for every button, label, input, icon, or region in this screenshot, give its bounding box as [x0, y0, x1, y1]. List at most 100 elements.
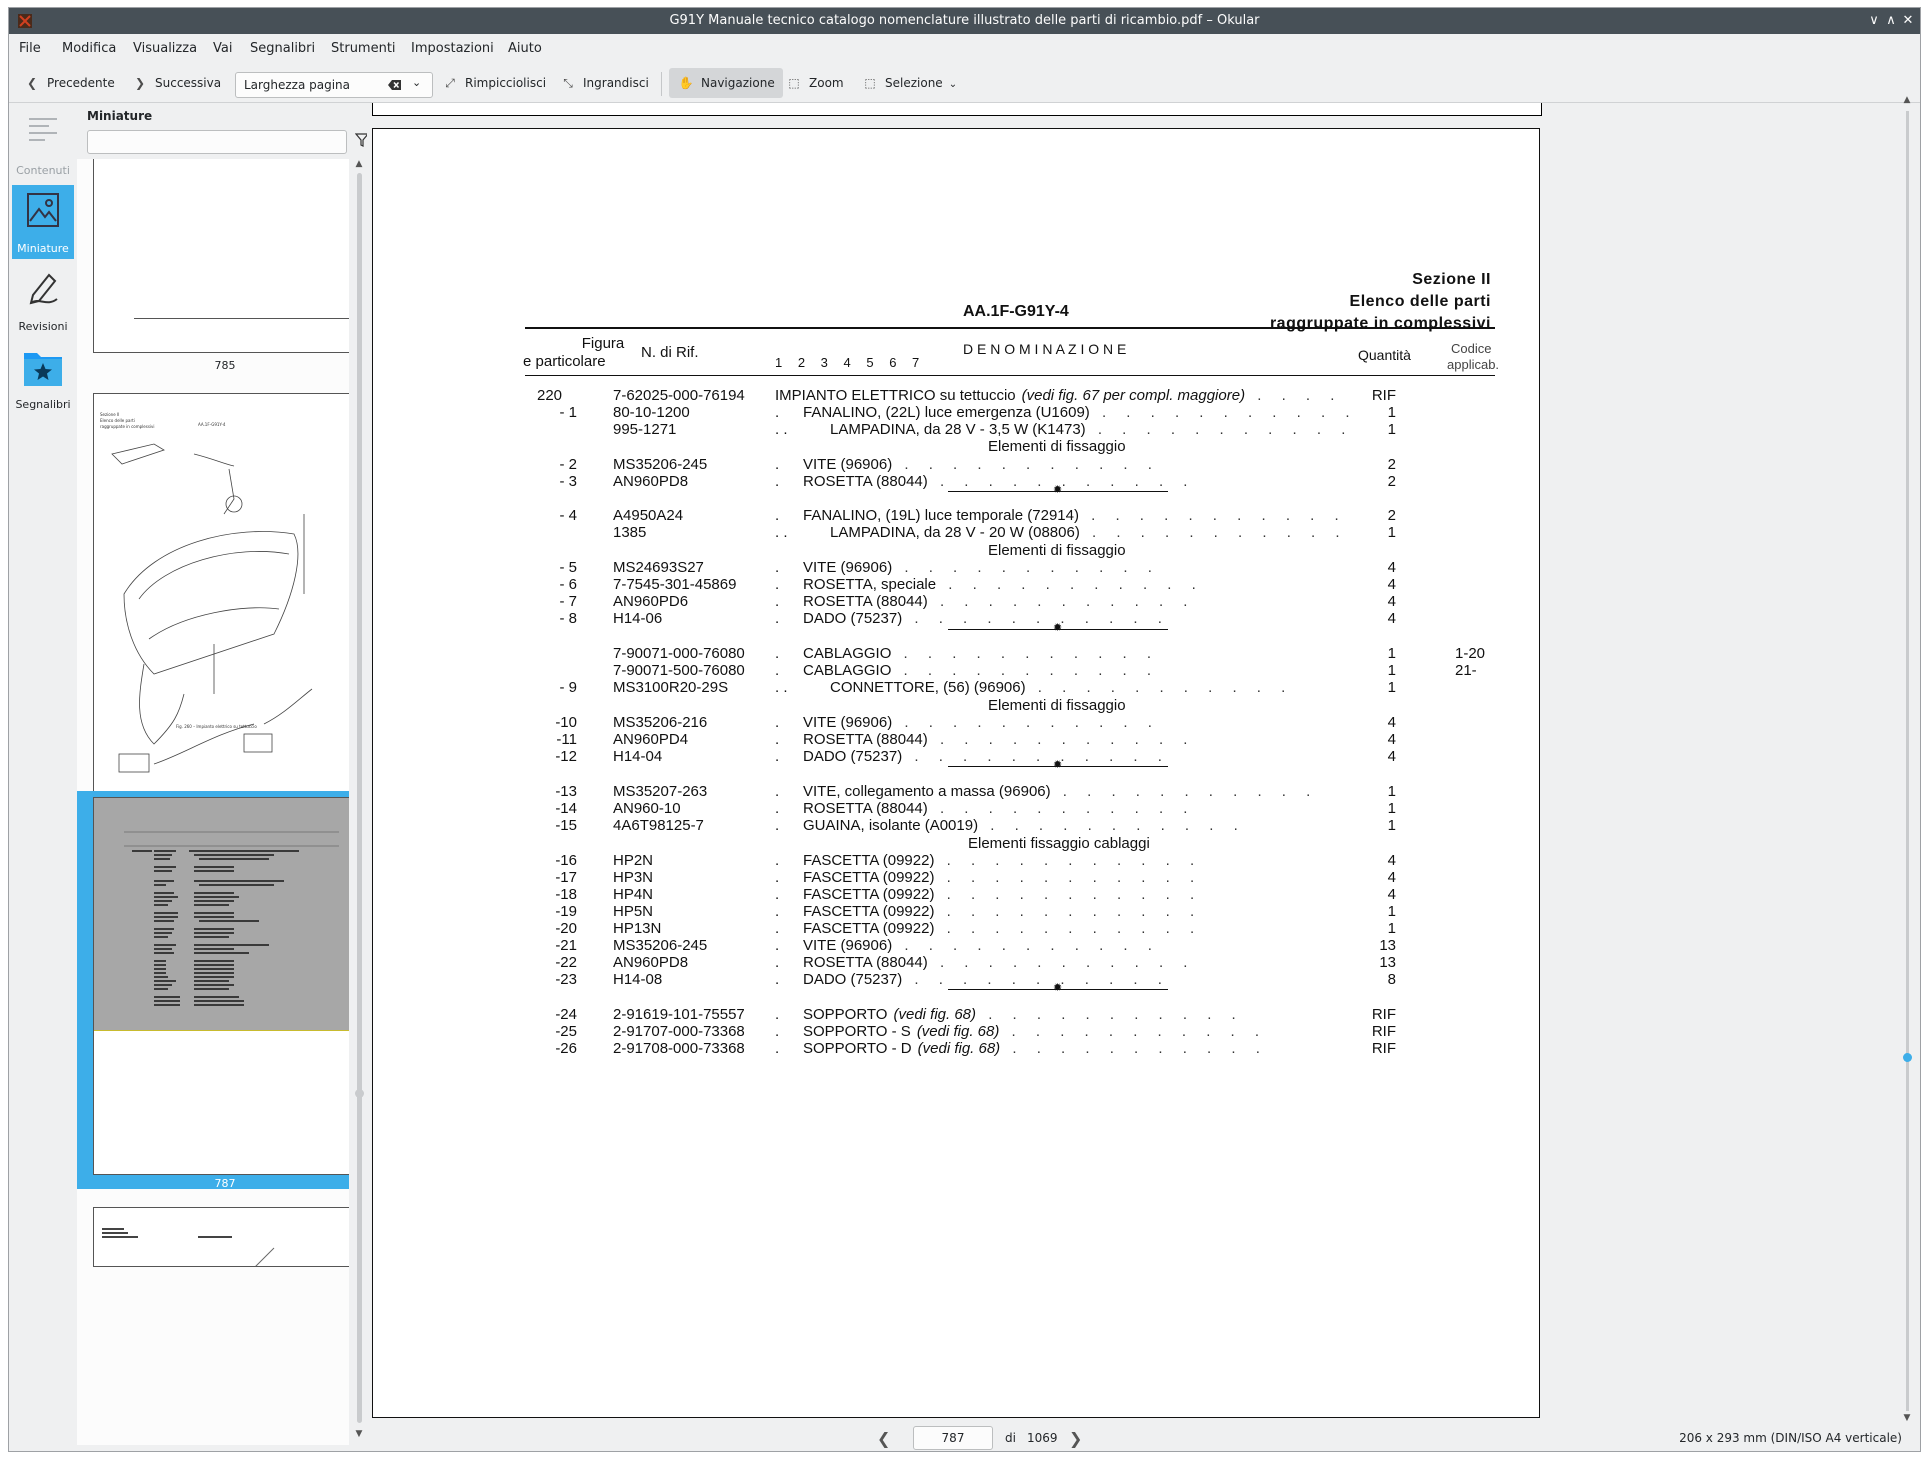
page-number-input[interactable]: 787	[913, 1426, 993, 1450]
thumbnails-panel: Miniature 785 Sezione II Elenco delle pa…	[77, 103, 369, 1445]
side-panel-tabs: Contenuti Miniature Revisioni Segnalibri	[9, 103, 77, 1443]
zoom-tool-icon: ⬚	[788, 76, 800, 90]
menu-segnalibri[interactable]: Segnalibri	[250, 41, 315, 56]
viewer-scrollbar[interactable]: ▲ ▼	[1900, 95, 1914, 1423]
next-page-button[interactable]: ❯ Successiva	[131, 68, 221, 98]
thumbnail-search-input[interactable]	[87, 130, 347, 154]
cell-denominazione: FANALINO, (22L) luce emergenza (U1609) .…	[803, 404, 1353, 421]
level-marker: .	[775, 954, 780, 971]
zoom-mode-select[interactable]: Larghezza pagina ⌄	[235, 72, 433, 98]
previous-page-button[interactable]: ❮ Precedente	[23, 68, 115, 98]
cell-figura: - 1	[559, 404, 577, 421]
menu-visualizza[interactable]: Visualizza	[133, 41, 197, 56]
scroll-up-icon[interactable]: ▲	[352, 159, 366, 169]
cell-denominazione: DADO (75237) . . . . . . . . . . .	[803, 748, 1353, 765]
menu-modifica[interactable]: Modifica	[62, 41, 116, 56]
cell-quantita: 1	[1387, 817, 1396, 834]
description-text: FANALINO, (19L) luce temporale (72914)	[803, 507, 1079, 524]
scroll-up-icon[interactable]: ▲	[1900, 95, 1914, 105]
col-header-quantita: Quantità	[1358, 347, 1411, 363]
leader-dots: . . . . . . . . . . .	[934, 869, 1203, 886]
chevron-down-icon: ⌄	[948, 79, 958, 90]
chevron-down-icon[interactable]: ⌄	[412, 76, 421, 89]
table-row: - 8 H14-06. DADO (75237) . . . . . . . . .…	[373, 610, 1539, 630]
cell-quantita: 4	[1387, 731, 1396, 748]
menu-file[interactable]: File	[19, 41, 41, 56]
zoom-in-button[interactable]: ⤡ Ingrandisci	[559, 68, 649, 98]
cell-denominazione: CABLAGGIO . . . . . . . . . . .	[803, 662, 1353, 679]
cell-rif: AN960PD8	[613, 473, 689, 490]
cell-figura: - 4	[559, 507, 577, 524]
zoom-out-button[interactable]: ⤢ Rimpicciolisci	[441, 68, 546, 98]
subgroup-heading: Elementi di fissaggio	[988, 438, 1126, 455]
scrollbar-handle[interactable]	[1903, 1053, 1912, 1062]
leader-dots: . . . . . . . . . . .	[891, 662, 1160, 679]
level-marker: . .	[775, 421, 788, 438]
description-text: VITE, collegamento a massa (96906)	[803, 783, 1051, 800]
description-text: ROSETTA (88044)	[803, 800, 928, 817]
thumbnail-scrollbar[interactable]: ▲ ▼	[352, 159, 366, 1445]
scrollbar-track[interactable]	[1906, 111, 1909, 1411]
description-text: DADO (75237)	[803, 748, 903, 765]
cell-rif: 80-10-1200	[613, 404, 690, 421]
cell-quantita: 4	[1387, 576, 1396, 593]
menu-impostazioni[interactable]: Impostazioni	[411, 41, 494, 56]
table-row: 1385 . . LAMPADINA, da 28 V - 20 W (08806)…	[373, 524, 1539, 544]
col-header-codice: Codice	[1451, 341, 1492, 356]
cell-quantita: RIF	[1371, 1023, 1396, 1040]
cell-rif: H14-06	[613, 610, 663, 627]
leader-dots: . . . . . . . . . . .	[1085, 421, 1353, 438]
cell-rif: MS35206-245	[613, 937, 708, 954]
cell-denominazione: ROSETTA (88044) . . . . . . . . . . .	[803, 731, 1353, 748]
close-icon[interactable]: ✕	[1898, 11, 1918, 31]
col-header-rif: N. di Rif.	[641, 344, 699, 361]
cell-quantita: 13	[1379, 954, 1396, 971]
leader-dots: . . . . . . . . . . .	[1050, 783, 1319, 800]
sidebar-item-thumbnails[interactable]: Miniature	[12, 185, 74, 259]
zoom-tool-button[interactable]: ⬚ Zoom	[785, 68, 843, 98]
zoom-out-label: Rimpicciolisci	[465, 76, 547, 90]
leader-dots: . . . . . . . . . . .	[902, 971, 1170, 988]
leader-dots: . . . . . . . . . . .	[1257, 387, 1353, 404]
section-heading: Sezione II Elenco delle parti raggruppat…	[1270, 269, 1491, 335]
leader-dots: . . . . . . . . . . .	[934, 920, 1203, 937]
divider-star-icon: ✹	[1053, 982, 1063, 994]
document-viewer[interactable]: Sezione II Elenco delle parti raggruppat…	[367, 95, 1920, 1423]
cell-quantita: 2	[1387, 473, 1396, 490]
menu-strumenti[interactable]: Strumenti	[331, 41, 396, 56]
clear-icon[interactable]	[388, 78, 402, 92]
sidebar-item-contents[interactable]: Contenuti	[12, 107, 74, 181]
cell-figura: - 7	[559, 593, 577, 610]
cell-rif: AN960-10	[613, 800, 681, 817]
level-marker: .	[775, 714, 780, 731]
menu-vai[interactable]: Vai	[213, 41, 232, 56]
cell-rif: MS35206-216	[613, 714, 708, 731]
scrollbar-track[interactable]	[357, 173, 362, 1423]
cell-figura: 220	[537, 387, 563, 404]
thumbnail-list[interactable]: 785 Sezione II Elenco delle parti raggru…	[77, 159, 349, 1445]
page-of-label: di	[1005, 1431, 1016, 1445]
chevron-left-icon[interactable]: ❮	[877, 1429, 890, 1448]
cell-quantita: 2	[1387, 507, 1396, 524]
sidebar-item-reviews[interactable]: Revisioni	[12, 263, 74, 337]
level-marker: .	[775, 404, 780, 421]
chevron-right-icon[interactable]: ❯	[1069, 1429, 1082, 1448]
level-marker: .	[775, 456, 780, 473]
col-header-figura: Figura	[581, 335, 625, 352]
scroll-down-icon[interactable]: ▼	[352, 1429, 366, 1439]
cell-rif: 2-91619-101-75557	[613, 1006, 745, 1023]
level-marker: .	[775, 748, 780, 765]
table-row: - 9 MS3100R20-29S . . CONNETTORE, (56) (969…	[373, 679, 1539, 699]
cell-denominazione: SOPPORTO - D (vedi fig. 68) . . . . . . .…	[803, 1040, 1353, 1057]
browse-tool-button[interactable]: ✋ Navigazione	[669, 68, 783, 98]
level-marker: .	[775, 662, 780, 679]
menu-aiuto[interactable]: Aiuto	[508, 41, 542, 56]
sidebar-item-bookmarks[interactable]: Segnalibri	[12, 341, 74, 415]
scrollbar-handle[interactable]	[355, 1089, 364, 1098]
level-marker: .	[775, 920, 780, 937]
cell-quantita: RIF	[1371, 1040, 1396, 1057]
selection-tool-button[interactable]: ⬚ Selezione ⌄	[861, 68, 957, 98]
header-rule-top	[525, 327, 1495, 329]
cell-quantita: RIF	[1371, 387, 1396, 404]
scroll-down-icon[interactable]: ▼	[1900, 1413, 1914, 1423]
